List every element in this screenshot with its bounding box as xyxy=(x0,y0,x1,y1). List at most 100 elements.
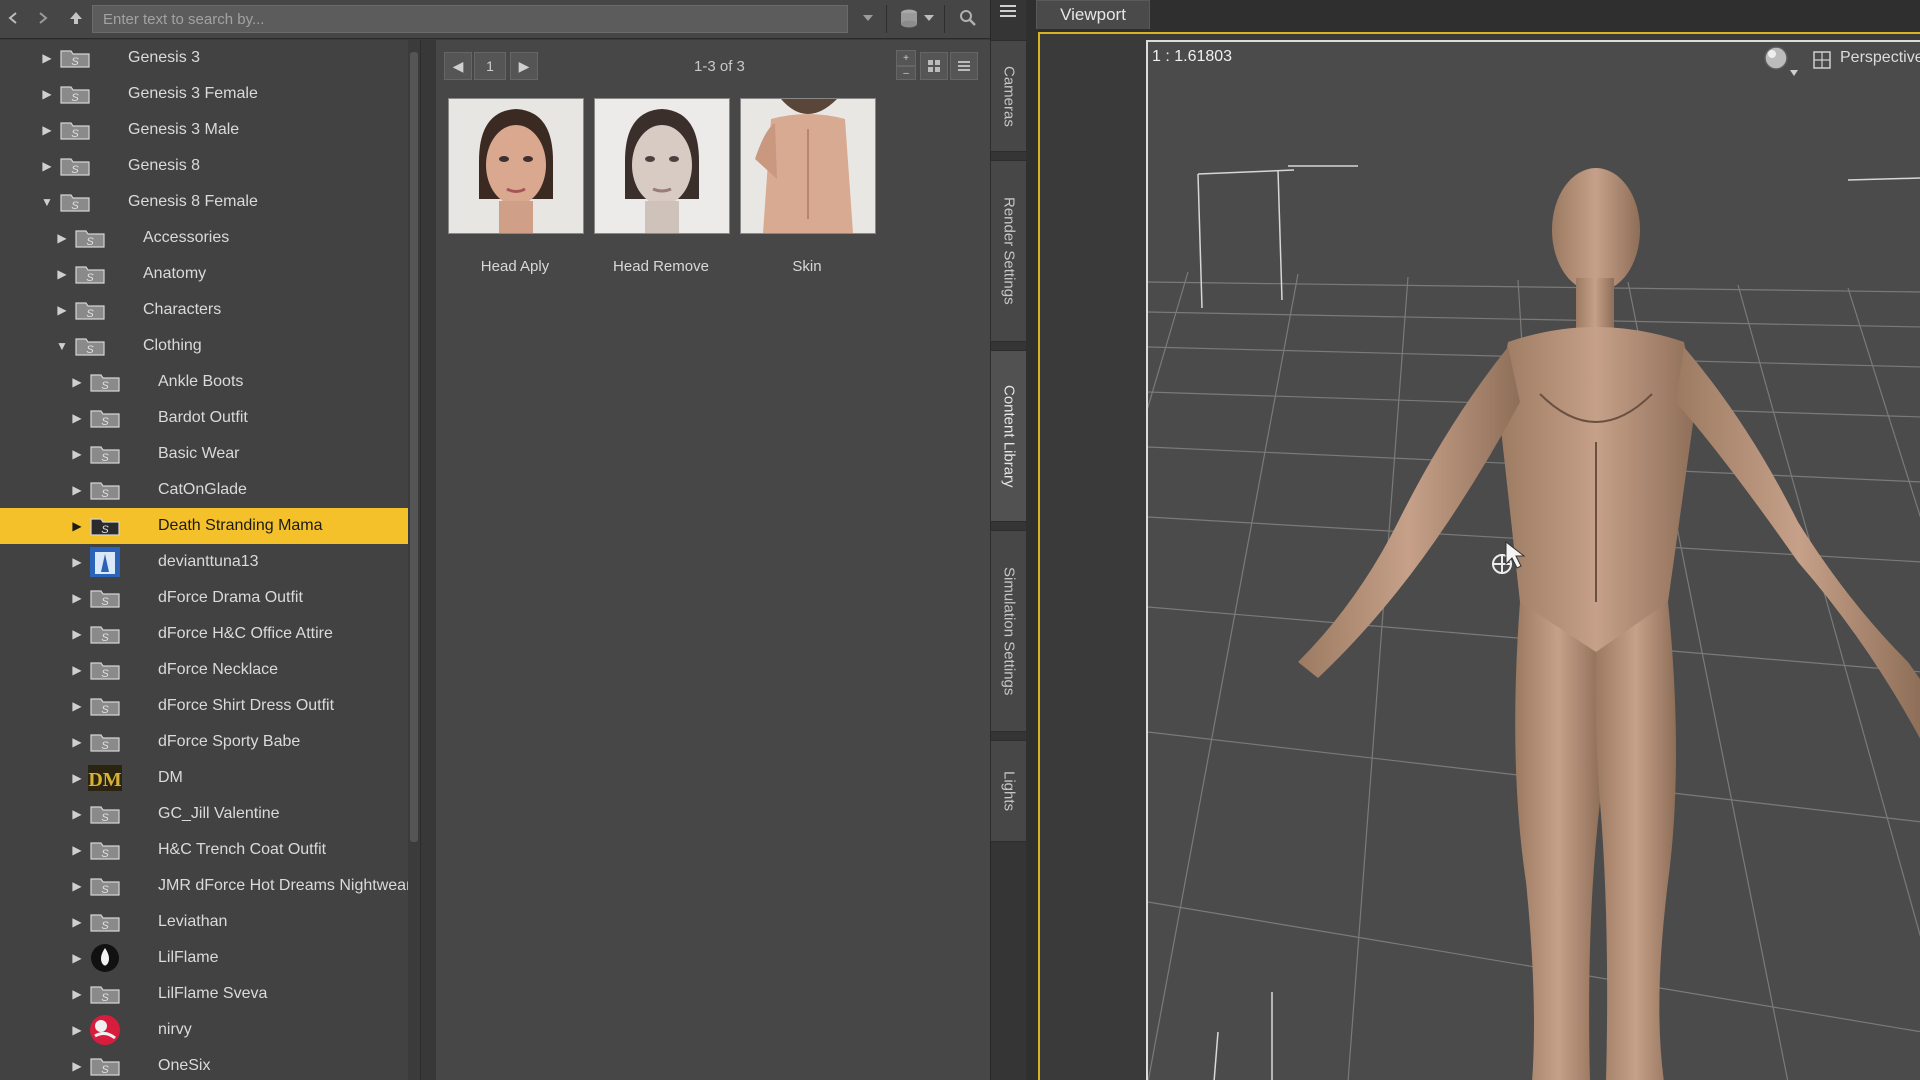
tab-lights[interactable]: Lights xyxy=(990,740,1028,842)
tab-render-settings[interactable]: Render Settings xyxy=(990,160,1028,342)
svg-text:S: S xyxy=(71,92,79,104)
camera-selector[interactable]: Perspective xyxy=(1840,49,1920,67)
expand-arrow-icon[interactable]: ▶ xyxy=(55,231,69,245)
tree-item[interactable]: ▶ S Ankle Boots xyxy=(0,364,408,400)
tree-item[interactable]: ▶ S OneSix xyxy=(0,1048,408,1080)
tree-item[interactable]: ▼ S Clothing xyxy=(0,328,408,364)
expand-arrow-icon[interactable]: ▶ xyxy=(70,519,84,533)
database-icon[interactable] xyxy=(896,4,938,32)
expand-arrow-icon[interactable]: ▶ xyxy=(70,375,84,389)
tree-item[interactable]: ▶ S Genesis 3 Female xyxy=(0,76,408,112)
tree-item[interactable]: ▶ S H&C Trench Coat Outfit xyxy=(0,832,408,868)
expand-arrow-icon[interactable]: ▶ xyxy=(40,51,54,65)
expand-arrow-icon[interactable]: ▶ xyxy=(70,627,84,641)
tree-item[interactable]: ▼ S Genesis 8 Female xyxy=(0,184,408,220)
chevron-down-icon[interactable] xyxy=(854,4,882,32)
tree-item[interactable]: ▶ S CatOnGlade xyxy=(0,472,408,508)
grid-view-icon[interactable] xyxy=(920,52,948,80)
menu-icon[interactable] xyxy=(998,2,1018,27)
expand-arrow-icon[interactable]: ▶ xyxy=(70,843,84,857)
list-view-icon[interactable] xyxy=(950,52,978,80)
expand-arrow-icon[interactable]: ▶ xyxy=(70,951,84,965)
expand-arrow-icon[interactable]: ▶ xyxy=(40,159,54,173)
zoom-in-button[interactable]: + xyxy=(896,50,916,66)
up-arrow-icon[interactable] xyxy=(62,4,90,32)
tree-item[interactable]: ▶ S Genesis 8 xyxy=(0,148,408,184)
search-icon[interactable] xyxy=(954,4,982,32)
collapse-arrow-icon[interactable]: ▼ xyxy=(55,339,69,353)
expand-arrow-icon[interactable]: ▶ xyxy=(70,879,84,893)
tree-item[interactable]: ▶ SdForce Shirt Dress Outfit xyxy=(0,688,408,724)
content-item-thumbnail[interactable] xyxy=(594,98,730,234)
tab-simulation-settings[interactable]: Simulation Settings xyxy=(990,530,1028,732)
tree-item[interactable]: ▶ S GC_Jill Valentine xyxy=(0,796,408,832)
tree-item-label: LilFlame Sveva xyxy=(158,985,268,1002)
folder-icon: S xyxy=(73,333,107,359)
folder-icon: S xyxy=(88,513,122,539)
camera-icon[interactable] xyxy=(1812,50,1832,75)
previous-page-button[interactable]: ◀ xyxy=(444,52,472,80)
viewport-canvas[interactable] xyxy=(1146,40,1920,1080)
tree-item[interactable]: ▶ S Characters xyxy=(0,292,408,328)
tree-scrollbar[interactable] xyxy=(410,52,418,842)
content-item-thumbnail[interactable] xyxy=(448,98,584,234)
tab-cameras[interactable]: Cameras xyxy=(990,40,1028,152)
expand-arrow-icon[interactable]: ▶ xyxy=(70,555,84,569)
search-input[interactable] xyxy=(92,5,848,33)
tree-item[interactable]: ▶ S Genesis 3 xyxy=(0,40,408,76)
content-item-thumbnail[interactable] xyxy=(740,98,876,234)
tree-item[interactable]: ▶ S Genesis 3 Male xyxy=(0,112,408,148)
tree-item[interactable]: ▶ S Leviathan xyxy=(0,904,408,940)
tree-item[interactable]: ▶ DM DM xyxy=(0,760,408,796)
expand-arrow-icon[interactable]: ▶ xyxy=(70,735,84,749)
tree-item[interactable]: ▶ S Anatomy xyxy=(0,256,408,292)
tree-item[interactable]: ▶ SdForce H&C Office Attire xyxy=(0,616,408,652)
expand-arrow-icon[interactable]: ▶ xyxy=(70,1023,84,1037)
folder-icon: S xyxy=(88,369,122,395)
expand-arrow-icon[interactable]: ▶ xyxy=(70,411,84,425)
tree-item[interactable]: ▶ S Basic Wear xyxy=(0,436,408,472)
draw-style-icon[interactable] xyxy=(1762,46,1802,83)
tree-item[interactable]: ▶ nirvy xyxy=(0,1012,408,1048)
tree-item[interactable]: ▶ S Bardot Outfit xyxy=(0,400,408,436)
tree-item[interactable]: ▶ S LilFlame Sveva xyxy=(0,976,408,1012)
svg-text:S: S xyxy=(86,236,94,248)
svg-text:S: S xyxy=(101,668,109,680)
tab-content-library[interactable]: Content Library xyxy=(990,350,1028,522)
expand-arrow-icon[interactable]: ▶ xyxy=(70,1059,84,1073)
expand-arrow-icon[interactable]: ▶ xyxy=(55,303,69,317)
zoom-out-button[interactable]: – xyxy=(896,66,916,80)
tree-item-label: GC_Jill Valentine xyxy=(158,805,280,822)
tree-item[interactable]: ▶ S JMR dForce Hot Dreams Nightwear xyxy=(0,868,408,904)
tree-item[interactable]: ▶ SdForce Drama Outfit xyxy=(0,580,408,616)
expand-arrow-icon[interactable]: ▶ xyxy=(70,771,84,785)
expand-arrow-icon[interactable]: ▶ xyxy=(70,663,84,677)
expand-arrow-icon[interactable]: ▶ xyxy=(40,87,54,101)
tree-item[interactable]: ▶ S Accessories xyxy=(0,220,408,256)
tree-item[interactable]: ▶ LilFlame xyxy=(0,940,408,976)
forward-arrow-icon[interactable] xyxy=(28,4,56,32)
scene-render xyxy=(1148,42,1920,1080)
next-page-button[interactable]: ▶ xyxy=(510,52,538,80)
expand-arrow-icon[interactable]: ▶ xyxy=(70,447,84,461)
page-number-field[interactable]: 1 xyxy=(474,52,506,80)
expand-arrow-icon[interactable]: ▶ xyxy=(70,483,84,497)
tree-item[interactable]: ▶ SdForce Necklace xyxy=(0,652,408,688)
tree-item[interactable]: ▶ S Death Stranding Mama xyxy=(0,508,408,544)
expand-arrow-icon[interactable]: ▶ xyxy=(55,267,69,281)
expand-arrow-icon[interactable]: ▶ xyxy=(70,591,84,605)
expand-arrow-icon[interactable]: ▶ xyxy=(70,915,84,929)
expand-arrow-icon[interactable]: ▶ xyxy=(40,123,54,137)
expand-arrow-icon[interactable]: ▶ xyxy=(70,987,84,1001)
svg-text:S: S xyxy=(71,164,79,176)
search-toolbar xyxy=(0,0,990,39)
content-item-label: Head Remove xyxy=(613,258,709,275)
tree-item[interactable]: ▶ devianttuna13 xyxy=(0,544,408,580)
folder-icon: S xyxy=(73,225,107,251)
back-arrow-icon[interactable] xyxy=(0,4,28,32)
tab-viewport[interactable]: Viewport xyxy=(1036,0,1150,29)
tree-item[interactable]: ▶ SdForce Sporty Babe xyxy=(0,724,408,760)
collapse-arrow-icon[interactable]: ▼ xyxy=(40,195,54,209)
expand-arrow-icon[interactable]: ▶ xyxy=(70,699,84,713)
expand-arrow-icon[interactable]: ▶ xyxy=(70,807,84,821)
